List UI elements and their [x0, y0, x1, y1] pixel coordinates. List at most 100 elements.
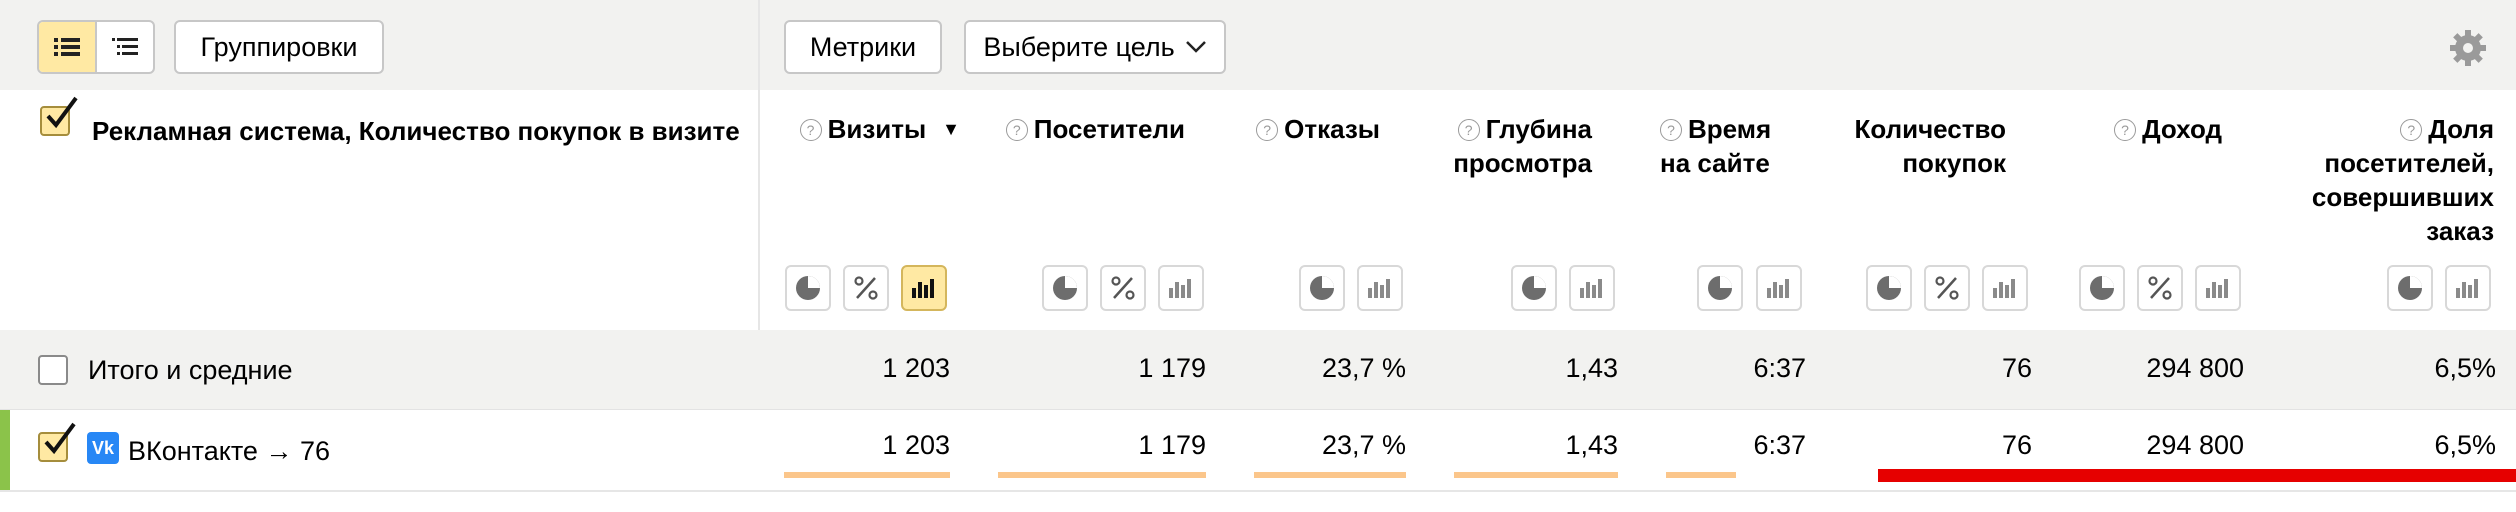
metrics-button[interactable]: Метрики: [784, 20, 942, 74]
total-purchases: 76: [2001, 353, 2032, 383]
tree-view-button[interactable]: [97, 22, 153, 72]
groupings-button[interactable]: Группировки: [174, 20, 384, 74]
column-header-visits[interactable]: ? Визиты ▼: [780, 112, 960, 146]
column-title-line: Глубина: [1485, 114, 1592, 144]
help-icon[interactable]: ?: [1660, 119, 1682, 141]
column-title: Отказы: [1284, 114, 1380, 144]
row-checkbox[interactable]: [38, 422, 76, 462]
goal-select-label: Выберите цель: [983, 31, 1175, 62]
row-revenue: 294 800: [2146, 430, 2244, 460]
bar-chart-icon: [912, 279, 934, 298]
row-visitors: 1 179: [1138, 430, 1206, 460]
value-bar-depth: [1454, 472, 1618, 478]
row-color-marker: [0, 410, 10, 490]
bar-chart-button[interactable]: [2445, 265, 2491, 311]
percent-button[interactable]: [843, 265, 889, 311]
help-icon[interactable]: ?: [1005, 119, 1028, 141]
pie-chart-button[interactable]: [1697, 265, 1743, 311]
column-title: Посетители: [1033, 114, 1185, 144]
pie-chart-icon: [796, 276, 820, 300]
goal-select[interactable]: Выберите цель: [964, 20, 1226, 74]
bar-chart-icon: [1993, 279, 2015, 298]
list-view-button[interactable]: [39, 22, 97, 72]
help-icon[interactable]: ?: [2400, 119, 2423, 141]
column-header-revenue[interactable]: ? Доход: [2100, 112, 2222, 146]
pie-chart-button[interactable]: [1511, 265, 1557, 311]
report-page: Группировки Метрики Выберите цель Реклам…: [0, 0, 2516, 512]
highlight-bar: [1878, 469, 2516, 482]
pie-chart-button[interactable]: [1866, 265, 1912, 311]
bar-chart-button[interactable]: [1158, 265, 1204, 311]
totals-label: Итого и средние: [88, 355, 293, 385]
column-header-bounces[interactable]: ? Отказы: [1250, 112, 1380, 146]
row-purchases: 76: [2001, 430, 2032, 460]
checkmark-icon: [46, 96, 78, 129]
column-header-purchases[interactable]: Количество покупок: [1850, 112, 2006, 180]
percent-icon: [1111, 276, 1135, 300]
checkmark-icon: [44, 422, 76, 455]
column-title-line: на сайте: [1660, 148, 1770, 178]
list-icon: [54, 38, 80, 56]
percent-button[interactable]: [1924, 265, 1970, 311]
column-title-line: Доля: [2428, 114, 2494, 144]
help-icon[interactable]: ?: [799, 119, 822, 141]
tree-icon: [112, 38, 138, 55]
pie-chart-icon: [1053, 276, 1077, 300]
bar-chart-button[interactable]: [2195, 265, 2241, 311]
bar-chart-button[interactable]: [1982, 265, 2028, 311]
total-order-share: 6,5%: [2434, 353, 2496, 383]
sort-desc-icon[interactable]: ▼: [942, 112, 960, 146]
pie-chart-button[interactable]: [785, 265, 831, 311]
pie-chart-button[interactable]: [2079, 265, 2125, 311]
column-title: Доход: [2142, 114, 2222, 144]
row-visits: 1 203: [882, 430, 950, 460]
row-label[interactable]: ВКонтакте → 76: [128, 436, 330, 467]
percent-icon: [2148, 276, 2172, 300]
grouping-title[interactable]: Рекламная система, Количество покупок в …: [92, 116, 740, 147]
total-visitors: 1 179: [1138, 353, 1206, 383]
total-depth: 1,43: [1565, 353, 1618, 383]
bar-chart-button[interactable]: [1357, 265, 1403, 311]
value-bar-visitors: [998, 472, 1206, 478]
bar-chart-icon: [1580, 279, 1602, 298]
bar-chart-button[interactable]: [1756, 265, 1802, 311]
pie-chart-button[interactable]: [2387, 265, 2433, 311]
pie-chart-icon: [2398, 276, 2422, 300]
percent-button[interactable]: [2137, 265, 2183, 311]
bar-chart-icon: [1767, 279, 1789, 298]
column-title-line: заказ: [2426, 216, 2494, 246]
bar-chart-button[interactable]: [901, 265, 947, 311]
percent-icon: [1935, 276, 1959, 300]
column-title-line: посетителей,: [2324, 148, 2494, 178]
column-header-visitors[interactable]: ? Посетители: [990, 112, 1185, 146]
total-visits: 1 203: [882, 353, 950, 383]
total-revenue: 294 800: [2146, 353, 2244, 383]
column-title-line: Время: [1688, 114, 1772, 144]
pie-chart-button[interactable]: [1299, 265, 1345, 311]
column-title-line: совершивших: [2311, 182, 2494, 212]
column-header-time[interactable]: ? Время на сайте: [1660, 112, 1790, 180]
chevron-down-icon: [1185, 41, 1206, 53]
help-icon[interactable]: ?: [2114, 119, 2137, 141]
percent-icon: [854, 276, 878, 300]
column-header-depth[interactable]: ? Глубина просмотра: [1440, 112, 1592, 180]
bar-chart-button[interactable]: [1569, 265, 1615, 311]
percent-button[interactable]: [1100, 265, 1146, 311]
row-depth: 1,43: [1565, 430, 1618, 460]
column-title-line: просмотра: [1453, 148, 1592, 178]
totals-checkbox[interactable]: [38, 355, 68, 385]
column-title: Визиты: [827, 114, 927, 144]
help-icon[interactable]: ?: [1457, 119, 1480, 141]
select-all-checkbox[interactable]: [40, 96, 78, 136]
pie-chart-icon: [2090, 276, 2114, 300]
help-icon[interactable]: ?: [1256, 119, 1279, 141]
total-time: 6:37: [1753, 353, 1806, 383]
pie-chart-icon: [1877, 276, 1901, 300]
bar-chart-icon: [2206, 279, 2228, 298]
pie-chart-icon: [1708, 276, 1732, 300]
pie-chart-button[interactable]: [1042, 265, 1088, 311]
gear-icon[interactable]: [2448, 28, 2488, 68]
view-mode-switch: [37, 20, 155, 74]
column-header-order-share[interactable]: ? Доля посетителей, совершивших заказ: [2270, 112, 2494, 248]
bar-chart-icon: [1169, 279, 1191, 298]
